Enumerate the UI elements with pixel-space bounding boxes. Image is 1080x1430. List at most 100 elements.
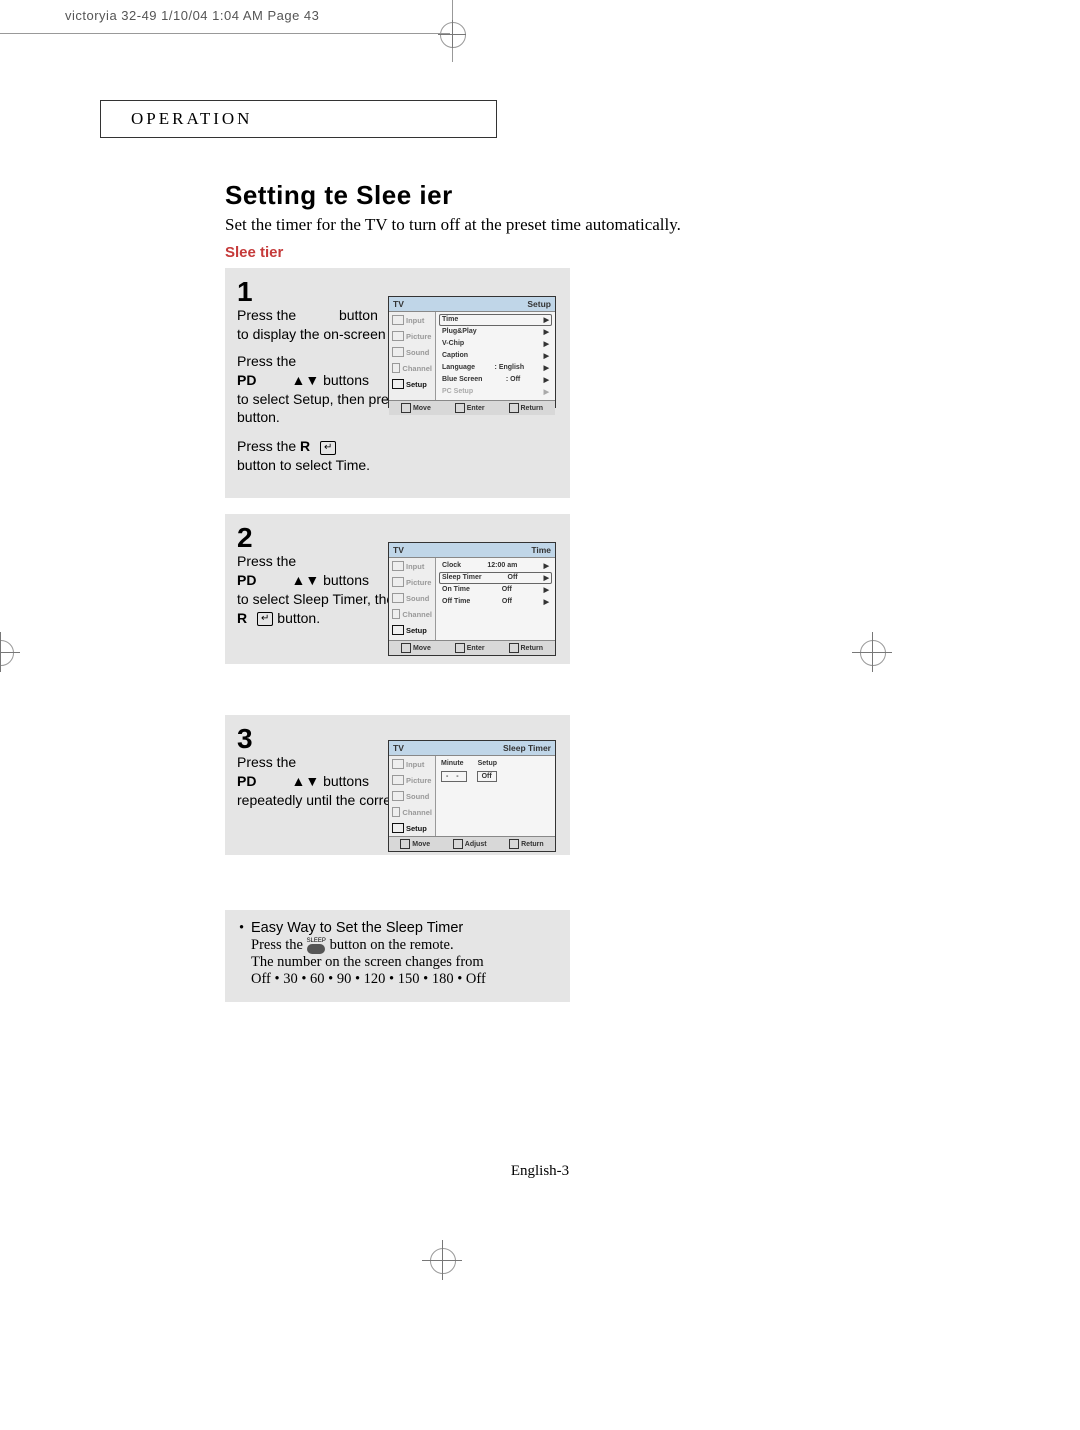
- crop-circle: [440, 22, 466, 48]
- sleep-label: SLEEP: [307, 938, 326, 944]
- adjust-icon: [453, 839, 463, 849]
- t: button.: [237, 409, 280, 425]
- move-icon: [401, 403, 411, 413]
- up-down-icon: ▲▼: [291, 572, 319, 588]
- crop-plus: [0, 632, 1, 672]
- hdr-set: Setup: [478, 760, 497, 767]
- side-picture: Picture: [406, 332, 431, 341]
- val-min: - -: [441, 771, 467, 782]
- osd-sidebar: Input Picture Sound Channel Setup: [389, 756, 436, 836]
- r: V-Chip: [442, 340, 464, 348]
- osd-tv-label: TV: [393, 545, 404, 555]
- r: Blue Screen: [442, 376, 482, 384]
- t: R: [300, 438, 310, 454]
- r: PC Setup: [442, 388, 473, 396]
- move-icon: [401, 643, 411, 653]
- crop-circle: [430, 1248, 456, 1274]
- t: Press the: [237, 553, 296, 569]
- f: Enter: [467, 405, 485, 412]
- hdr-min: Minute: [441, 760, 464, 767]
- note-block: • Easy Way to Set the Sleep Timer Press …: [225, 910, 570, 1002]
- f: Move: [413, 645, 431, 652]
- t: The number on the screen changes from: [251, 954, 484, 970]
- side-sound: Sound: [406, 348, 429, 357]
- r: Plug&Play: [442, 328, 477, 336]
- osd-title: Setup: [527, 299, 551, 309]
- up-down-icon: ▲▼: [291, 372, 319, 388]
- side-picture: Picture: [406, 578, 431, 587]
- f: Move: [413, 405, 431, 412]
- t: Press the: [237, 307, 296, 323]
- osd-title: Sleep Timer: [503, 743, 551, 753]
- t: button on the remote.: [330, 937, 454, 953]
- operation-box: OPERATION: [100, 100, 497, 138]
- crop-plus: [442, 1240, 443, 1280]
- page-title: Setting te Slee ier: [225, 180, 453, 211]
- crop-plus: [0, 652, 20, 653]
- return-icon: [509, 643, 519, 653]
- t: R: [237, 610, 247, 626]
- return-icon: [509, 403, 519, 413]
- osd-sidebar: Input Picture Sound Channel Setup: [389, 312, 436, 400]
- t: Press the: [237, 353, 296, 369]
- v: : English: [495, 364, 525, 372]
- section-subtitle: Slee tier: [225, 244, 283, 261]
- side-input: Input: [406, 562, 424, 571]
- r: Caption: [442, 352, 468, 360]
- f: Enter: [467, 645, 485, 652]
- t: PD: [237, 572, 256, 588]
- t: buttons: [323, 572, 369, 588]
- r: Language: [442, 364, 475, 372]
- crop-plus: [872, 632, 873, 672]
- t: buttons: [323, 372, 369, 388]
- side-sound: Sound: [406, 594, 429, 603]
- crop-circle: [860, 640, 886, 666]
- enter-icon: [455, 643, 465, 653]
- v: Off: [502, 598, 512, 606]
- t: PD: [237, 372, 256, 388]
- t: Press the: [237, 754, 296, 770]
- t: Off • 30 • 60 • 90 • 120 • 150 • 180 • O…: [251, 971, 486, 987]
- up-down-icon: ▲▼: [291, 773, 319, 789]
- crop-circle: [0, 640, 14, 666]
- side-picture: Picture: [406, 776, 431, 785]
- file-header: victoryia 32-49 1/10/04 1:04 AM Page 43: [65, 8, 319, 23]
- r: Off Time: [442, 598, 470, 606]
- f: Return: [521, 405, 544, 412]
- t: buttons: [323, 773, 369, 789]
- enter-icon: ↵: [257, 612, 273, 626]
- f: Return: [521, 645, 544, 652]
- enter-icon: [455, 403, 465, 413]
- val-set: Off: [477, 771, 497, 782]
- v: Off: [508, 574, 518, 582]
- f: Adjust: [465, 841, 487, 848]
- osd-title: Time: [531, 545, 551, 555]
- side-channel: Channel: [402, 610, 432, 619]
- t: button to select Time.: [237, 457, 370, 473]
- side-setup: Setup: [406, 626, 427, 635]
- osd-setup: TV Setup Input Picture Sound Channel Set…: [388, 296, 556, 408]
- v: 12:00 am: [487, 562, 517, 570]
- osd-sidebar: Input Picture Sound Channel Setup: [389, 558, 436, 640]
- side-sound: Sound: [406, 792, 429, 801]
- osd-sleep-timer: TV Sleep Timer Input Picture Sound Chann…: [388, 740, 556, 852]
- osd-tv-label: TV: [393, 299, 404, 309]
- v: Off: [502, 586, 512, 594]
- note-title: Easy Way to Set the Sleep Timer: [251, 920, 463, 936]
- osd-time: TV Time Input Picture Sound Channel Setu…: [388, 542, 556, 656]
- t: Press the: [251, 937, 303, 953]
- crop-line: [0, 33, 450, 34]
- r: Sleep Timer: [442, 574, 482, 582]
- t: button.: [277, 610, 320, 626]
- enter-icon: ↵: [320, 441, 336, 455]
- crop-plus: [452, 20, 453, 48]
- r: On Time: [442, 586, 470, 594]
- page-subtitle: Set the timer for the TV to turn off at …: [225, 215, 681, 235]
- t: PD: [237, 773, 256, 789]
- sleep-button-icon: SLEEP: [307, 938, 326, 954]
- osd-tv-label: TV: [393, 743, 404, 753]
- side-setup: Setup: [406, 380, 427, 389]
- side-setup: Setup: [406, 824, 427, 833]
- move-icon: [400, 839, 410, 849]
- f: Return: [521, 841, 544, 848]
